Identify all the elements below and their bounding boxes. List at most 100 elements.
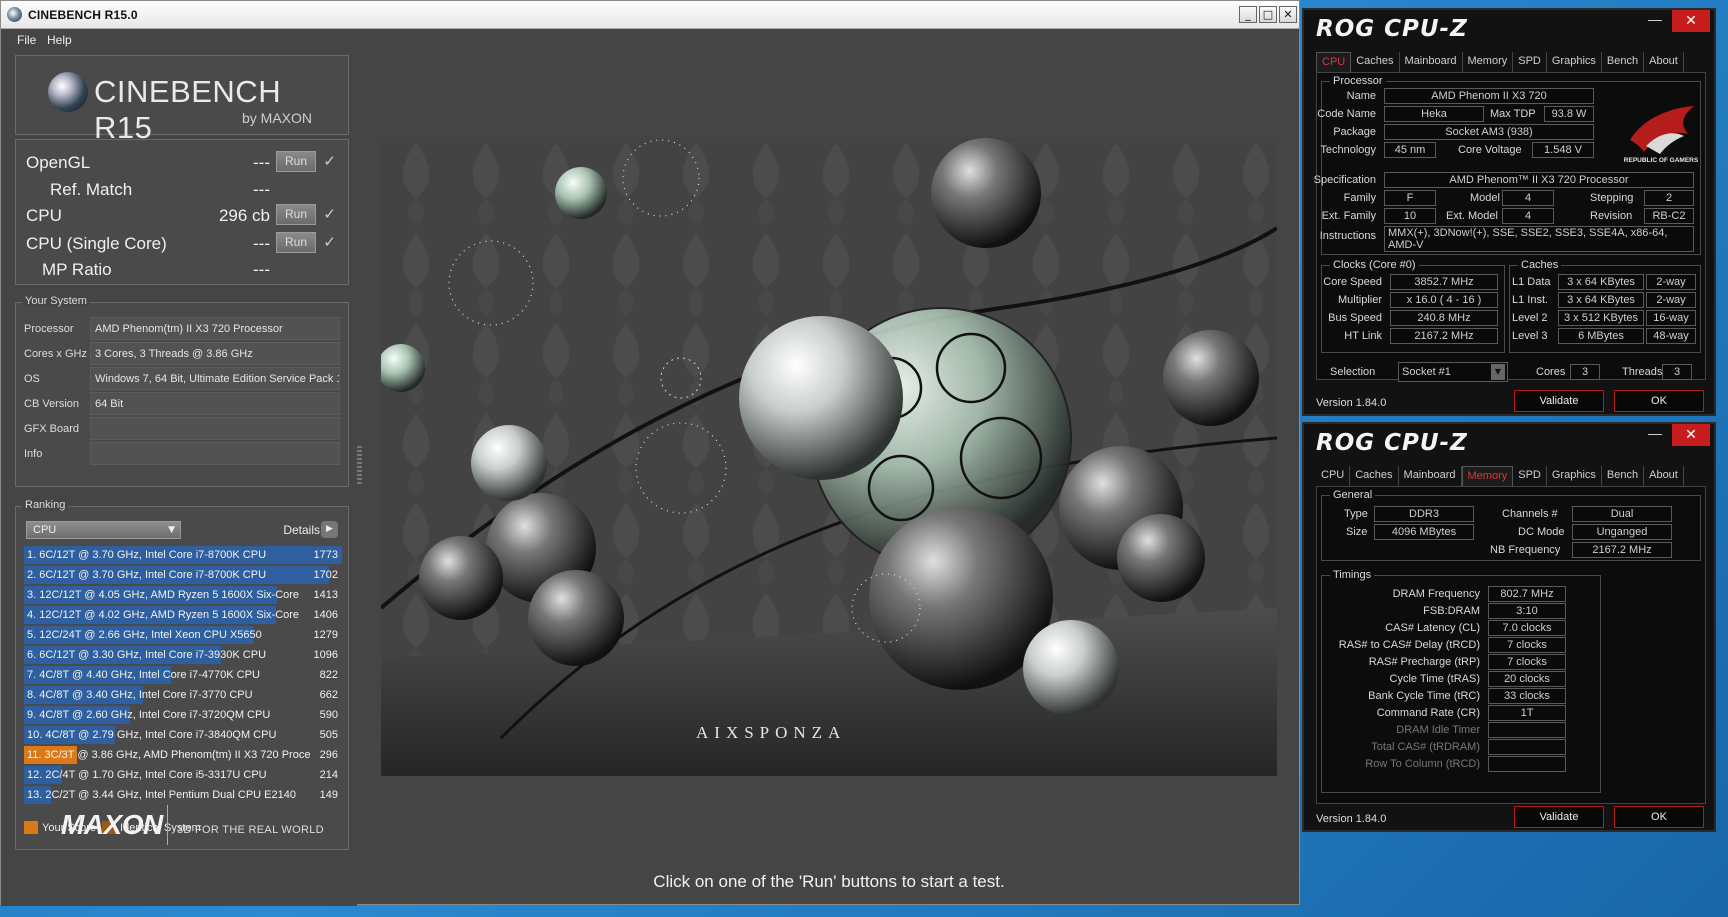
validate-button[interactable]: Validate [1514,806,1604,828]
maximize-button[interactable]: □ [1259,6,1277,23]
sys-row-os: OS Windows 7, 64 Bit, Ultimate Edition S… [24,367,342,391]
ranking-item-label: 11. 3C/3T @ 3.86 GHz, AMD Phenom(tm) II … [27,749,311,761]
ranking-select-value: CPU [33,524,57,536]
stepping-label: Stepping [1590,192,1634,204]
cpuz-memory-footer: Version 1.84.0 Validate OK [1316,806,1706,830]
cinebench-titlebar[interactable]: CINEBENCH R15.0 _ □ ✕ [1,1,1299,29]
socket-select[interactable]: Socket #1 ▼ [1398,362,1508,382]
render-scene: AIXSPONZA [381,138,1277,776]
checkmark-icon[interactable]: ✓ [323,205,336,223]
instructions-label: Instructions [1319,230,1376,242]
validate-button[interactable]: Validate [1514,390,1604,412]
sys-value[interactable]: 3 Cores, 3 Threads @ 3.86 GHz [90,342,340,365]
svg-text:REPUBLIC OF GAMERS: REPUBLIC OF GAMERS [1624,157,1699,164]
tab-mainboard[interactable]: Mainboard [1399,466,1462,486]
ranking-select[interactable]: CPU ▼ [26,521,181,539]
menu-bar: File Help [1,29,1299,51]
sys-value[interactable]: Windows 7, 64 Bit, Ultimate Edition Serv… [90,367,340,390]
timing-value: 20 clocks [1488,671,1566,687]
ranking-item-score: 296 [319,749,338,761]
tab-memory[interactable]: Memory [1461,466,1514,486]
htlink-field: 2167.2 MHz [1390,328,1498,344]
tab-memory[interactable]: Memory [1463,52,1514,72]
corespeed-label: Core Speed [1323,276,1382,288]
minimize-icon[interactable]: — [1640,10,1670,32]
tab-spd[interactable]: SPD [1513,52,1547,72]
ranking-item[interactable]: 7. 4C/8T @ 4.40 GHz, Intel Core i7-4770K… [24,665,342,685]
ranking-item[interactable]: 1. 6C/12T @ 3.70 GHz, Intel Core i7-8700… [24,545,342,565]
multiplier-label: Multiplier [1337,294,1382,306]
revision-label: Revision [1590,210,1633,222]
tab-bench[interactable]: Bench [1602,466,1645,486]
ranking-item[interactable]: 2. 6C/12T @ 3.70 GHz, Intel Core i7-8700… [24,565,342,585]
channels-field: Dual [1572,506,1672,522]
tab-caches[interactable]: Caches [1350,466,1399,486]
close-icon[interactable]: ✕ [1672,10,1710,32]
minimize-icon[interactable]: — [1640,424,1670,446]
sys-value[interactable] [90,417,340,440]
cache-size-field: 3 x 64 KBytes [1558,292,1644,308]
minimize-button[interactable]: _ [1239,6,1257,23]
sys-value[interactable] [90,442,340,465]
tab-caches[interactable]: Caches [1351,52,1400,72]
sys-row-info: Info [24,442,342,466]
cpuz-cpu-window: ROG CPU-Z — ✕ CPU Caches Mainboard Memor… [1302,8,1716,416]
ok-button[interactable]: OK [1614,806,1704,828]
checkmark-icon[interactable]: ✓ [323,152,336,170]
timing-value [1488,756,1566,772]
general-group: General Type DDR3 Size 4096 MBytes Chann… [1321,489,1701,561]
sys-value[interactable]: AMD Phenom(tm) II X3 720 Processor [90,317,340,340]
ranking-item[interactable]: 9. 4C/8T @ 2.60 GHz, Intel Core i7-3720Q… [24,705,342,725]
ranking-item[interactable]: 13. 2C/2T @ 3.44 GHz, Intel Pentium Dual… [24,785,342,805]
tab-mainboard[interactable]: Mainboard [1400,52,1463,72]
checkmark-icon[interactable]: ✓ [323,233,336,251]
tab-graphics[interactable]: Graphics [1547,52,1602,72]
ranking-list: 1. 6C/12T @ 3.70 GHz, Intel Core i7-8700… [24,545,342,805]
close-icon[interactable]: ✕ [1672,424,1710,446]
tab-bench[interactable]: Bench [1602,52,1645,72]
ranking-item-label: 8. 4C/8T @ 3.40 GHz, Intel Core i7-3770 … [27,689,253,701]
panel-splitter-handle[interactable] [357,446,362,486]
details-arrow-icon[interactable]: ▶ [321,521,338,538]
test-row-opengl: OpenGL --- Run ✓ [24,150,342,174]
test-label: CPU [26,206,62,225]
timing-value [1488,739,1566,755]
cinebench-logo-icon [48,72,88,112]
details-label[interactable]: Details [283,523,320,537]
spec-field: AMD Phenom™ II X3 720 Processor [1384,172,1694,188]
ranking-item[interactable]: 6. 6C/12T @ 3.30 GHz, Intel Core i7-3930… [24,645,342,665]
chevron-down-icon[interactable]: ▼ [1491,364,1505,380]
tab-cpu[interactable]: CPU [1316,466,1351,486]
ranking-item[interactable]: 3. 12C/12T @ 4.05 GHz, AMD Ryzen 5 1600X… [24,585,342,605]
your-score-swatch [24,821,38,834]
extfamily-field: 10 [1384,208,1436,224]
run-opengl-button[interactable]: Run [276,151,316,172]
ranking-item[interactable]: 11. 3C/3T @ 3.86 GHz, AMD Phenom(tm) II … [24,745,342,765]
timing-value: 33 clocks [1488,688,1566,704]
processor-group-title: Processor [1330,75,1386,87]
close-button[interactable]: ✕ [1279,6,1297,23]
run-cpu-button[interactable]: Run [276,204,316,225]
test-value: --- [253,234,270,253]
general-group-title: General [1330,489,1376,501]
ranking-item[interactable]: 12. 2C/4T @ 1.70 GHz, Intel Core i5-3317… [24,765,342,785]
tab-cpu[interactable]: CPU [1316,52,1352,72]
timing-value: 802.7 MHz [1488,586,1566,602]
menu-help[interactable]: Help [47,33,72,47]
tab-spd[interactable]: SPD [1513,466,1547,486]
dcmode-field: Unganged [1572,524,1672,540]
tab-graphics[interactable]: Graphics [1547,466,1602,486]
cinebench-left-panel: CINEBENCH R15 by MAXON OpenGL --- Run ✓ … [1,51,357,906]
run-cpu-single-button[interactable]: Run [276,232,316,253]
version-label: Version 1.84.0 [1316,813,1387,825]
sys-value[interactable]: 64 Bit [90,392,340,415]
ranking-item[interactable]: 4. 12C/12T @ 4.02 GHz, AMD Ryzen 5 1600X… [24,605,342,625]
ranking-item[interactable]: 8. 4C/8T @ 3.40 GHz, Intel Core i7-3770 … [24,685,342,705]
ranking-item[interactable]: 10. 4C/8T @ 2.79 GHz, Intel Core i7-3840… [24,725,342,745]
ranking-item[interactable]: 5. 12C/24T @ 2.66 GHz, Intel Xeon CPU X5… [24,625,342,645]
clocks-group-title: Clocks (Core #0) [1330,259,1419,271]
menu-file[interactable]: File [17,33,36,47]
tab-about[interactable]: About [1644,466,1684,486]
ok-button[interactable]: OK [1614,390,1704,412]
tab-about[interactable]: About [1644,52,1684,72]
